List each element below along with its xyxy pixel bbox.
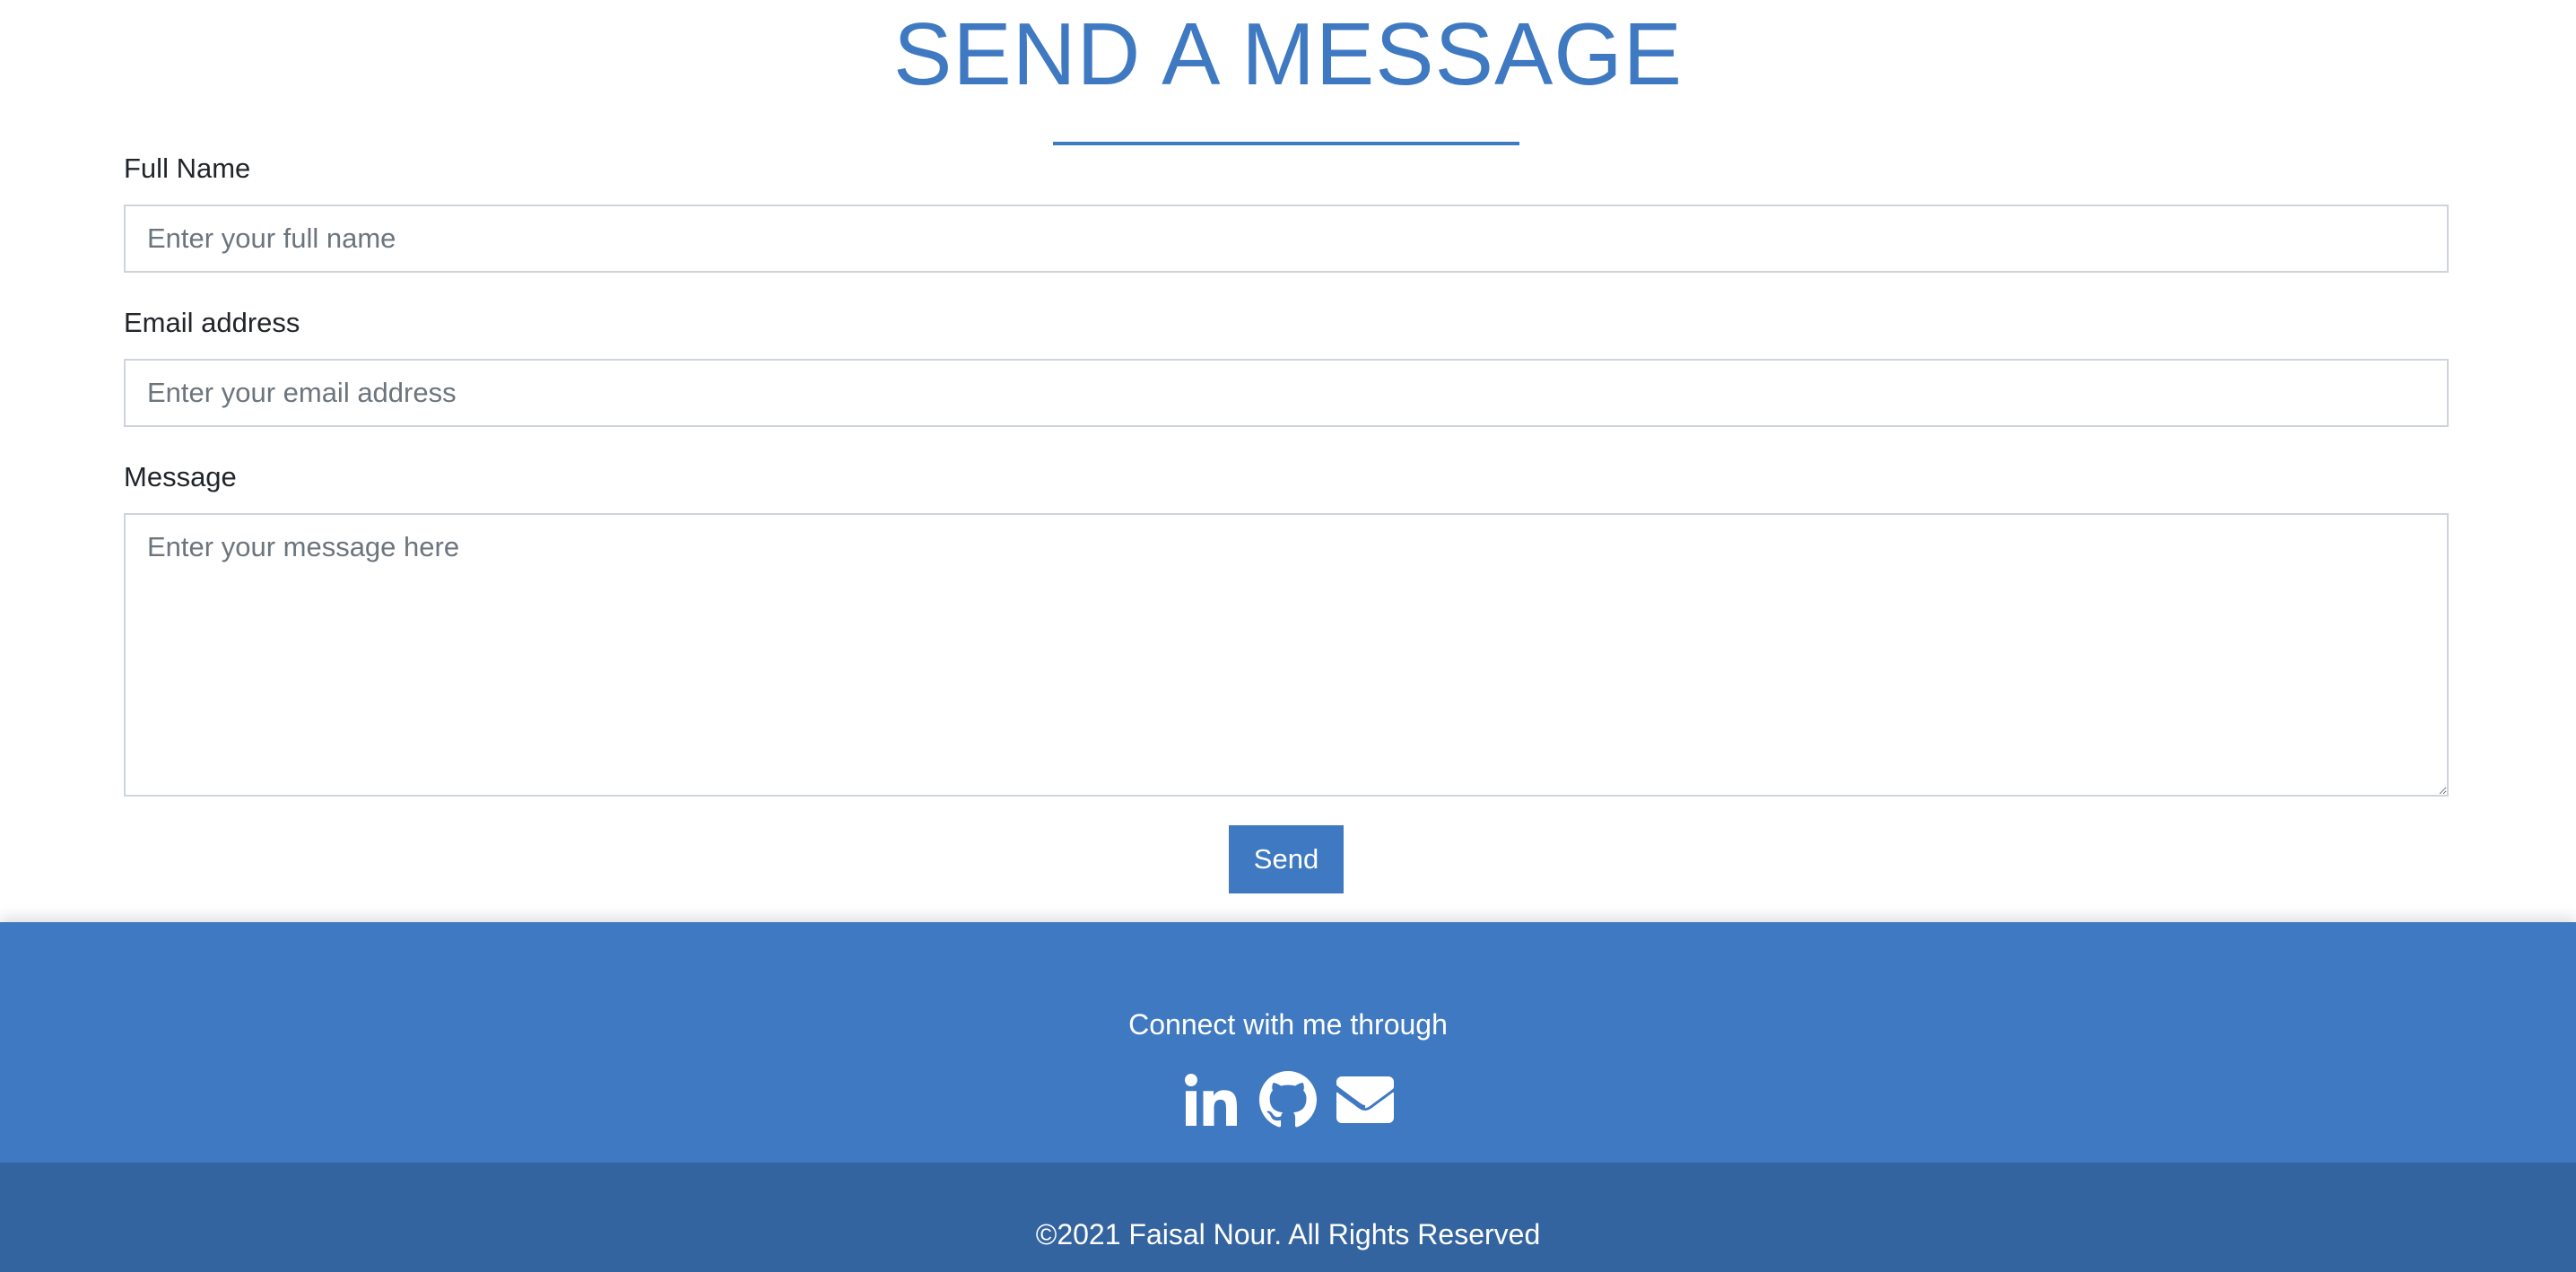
page-title: SEND A MESSAGE [893,4,1683,103]
title-underline [1053,142,1519,145]
email-link[interactable] [1336,1071,1394,1128]
connect-text: Connect with me through [1128,1008,1448,1041]
social-links [0,1071,2576,1128]
full-name-input[interactable] [124,205,2449,273]
github-icon [1259,1071,1317,1128]
full-name-label: Full Name [124,152,251,184]
linkedin-icon [1185,1074,1237,1126]
email-label: Email address [124,307,300,338]
message-label: Message [124,461,237,492]
envelope-icon [1336,1076,1394,1123]
send-button[interactable]: Send [1229,825,1344,893]
copyright-text: ©2021 Faisal Nour. All Rights Reserved [1035,1218,1541,1250]
email-input[interactable] [124,359,2449,427]
github-link[interactable] [1259,1071,1317,1128]
linkedin-link[interactable] [1182,1071,1240,1128]
message-textarea[interactable] [124,513,2449,797]
